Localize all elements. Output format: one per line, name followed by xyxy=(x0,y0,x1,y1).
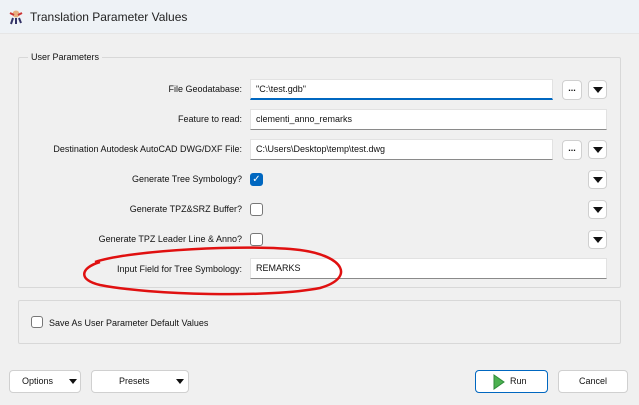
red-annotation-circle xyxy=(83,246,343,296)
save-defaults-label: Save As User Parameter Default Values xyxy=(49,318,209,328)
presets-label: Presets xyxy=(119,376,150,386)
save-defaults-checkbox[interactable] xyxy=(31,316,43,328)
play-icon xyxy=(493,374,505,390)
options-label: Options xyxy=(22,376,54,386)
cancel-button[interactable]: Cancel xyxy=(558,370,628,393)
caret-down-icon xyxy=(69,379,77,384)
run-button[interactable]: Run xyxy=(475,370,548,393)
run-label: Run xyxy=(510,376,527,386)
options-button[interactable]: Options xyxy=(9,370,81,393)
presets-button[interactable]: Presets xyxy=(91,370,189,393)
caret-down-icon xyxy=(176,379,184,384)
